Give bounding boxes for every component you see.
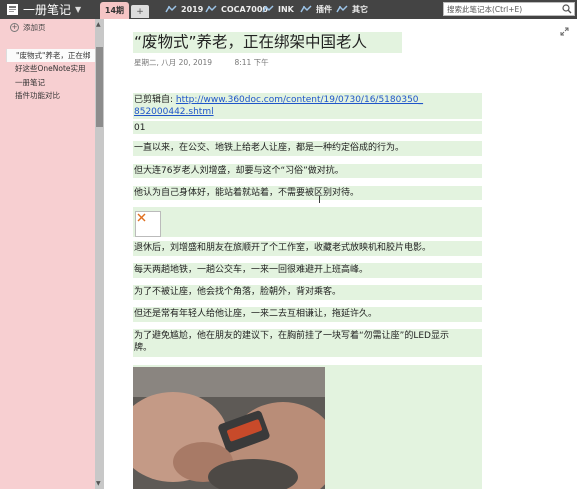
onenote-icon [7, 4, 18, 15]
section-tab-icon [262, 5, 274, 13]
paragraph[interactable]: 01 [133, 121, 482, 134]
tab-label: INK [278, 5, 294, 14]
page-canvas[interactable]: “废物式”养老，正在绑架中国老人 星期二, 八月 20, 2019 8:11 下… [104, 19, 577, 489]
section-tab-icon [205, 5, 217, 13]
paragraph-line: 牌。 [134, 343, 153, 353]
search-icon[interactable] [562, 4, 572, 14]
image-container [133, 207, 482, 237]
tab-other[interactable]: 其它 [336, 0, 368, 19]
paragraph[interactable]: 一直以来，在公交、地铁上给老人让座，都是一种约定俗成的行为。 [133, 141, 482, 156]
tab-label: 2019 [181, 5, 204, 14]
tab-label: 插件 [316, 5, 332, 14]
scroll-up-icon[interactable]: ▲ [96, 21, 101, 28]
top-bar: 一册笔记 ▼ 14期 + 2019 COCA7000 INK 插件 其它 搜索此… [0, 0, 577, 19]
page-list-scrollbar[interactable]: ▲ ▼ [95, 19, 104, 489]
page-item[interactable]: 好这些OneNote实用 [6, 62, 95, 75]
text-cursor-icon: I [318, 195, 321, 206]
clip-link[interactable]: http://www.360doc.com/content/19/0730/16… [176, 95, 423, 105]
paragraph[interactable]: 退休后，刘增盛和朋友在旅顺开了个工作室，收藏老式放映机和胶片电影。 [133, 241, 482, 256]
section-tab-icon [336, 5, 348, 13]
plus-circle-icon: + [10, 23, 19, 32]
page-meta: 星期二, 八月 20, 2019 8:11 下午 [134, 57, 269, 68]
paragraph[interactable]: 但还是常有年轻人给他让座，一来二去互相谦让，拖延许久。 [133, 307, 482, 322]
page-item[interactable]: 一册笔记 [6, 76, 95, 89]
paragraph[interactable]: 每天两趟地铁，一趟公交车，一来一回很难避开上班高峰。 [133, 263, 482, 278]
section-tab-icon [300, 5, 312, 13]
tab-label: COCA7000 [221, 5, 268, 14]
clip-link[interactable]: 852000442.shtml [134, 107, 214, 117]
paragraph-multiline[interactable]: 为了避免尴尬，他在朋友的建议下，在胸前挂了一块写着“勿需让座”的LED显示 牌。 [133, 329, 482, 357]
notebook-title: 一册笔记 [23, 3, 72, 17]
broken-image[interactable] [135, 211, 161, 237]
tab-coca7000[interactable]: COCA7000 [205, 0, 268, 19]
add-page-label: 添加页 [23, 23, 46, 32]
search-input[interactable]: 搜索此笔记本(Ctrl+E) [443, 2, 575, 16]
scrollbar-thumb[interactable] [96, 47, 103, 127]
photo-image [133, 367, 325, 489]
page-title[interactable]: “废物式”养老，正在绑架中国老人 [133, 32, 402, 53]
tab-2019[interactable]: 2019 [165, 0, 203, 19]
tab-label: 其它 [352, 5, 368, 14]
clip-source: 已剪辑自: http://www.360doc.com/content/19/0… [133, 93, 482, 119]
paragraph-line: 为了避免尴尬，他在朋友的建议下，在胸前挂了一块写着“勿需让座”的LED显示 [134, 331, 449, 341]
clip-prefix: 已剪辑自: [134, 95, 176, 105]
photo-hands-led[interactable] [133, 367, 325, 489]
page-item[interactable]: 插件功能对比 [6, 89, 95, 102]
broken-image-icon [137, 213, 146, 222]
paragraph[interactable]: 为了不被让座，他会找个角落，脸朝外，背对乘客。 [133, 285, 482, 300]
page-item-active[interactable]: "废物式"养老，正在绑 [6, 49, 95, 62]
page-time: 8:11 下午 [234, 58, 269, 67]
expand-icon[interactable] [560, 27, 569, 36]
scroll-down-icon[interactable]: ▼ [96, 480, 101, 487]
page-date: 星期二, 八月 20, 2019 [134, 58, 213, 67]
tab-14[interactable]: 14期 [100, 2, 129, 19]
search-placeholder: 搜索此笔记本(Ctrl+E) [447, 4, 523, 14]
chevron-down-icon: ▼ [75, 5, 82, 14]
add-section-button[interactable]: + [131, 5, 149, 18]
add-page-button[interactable]: + 添加页 [10, 22, 46, 33]
paragraph[interactable]: 但大连76岁老人刘增盛，却要与这个“习俗”做对抗。 [133, 164, 482, 178]
section-tab-icon [165, 5, 177, 13]
paragraph[interactable]: 他认为自己身体好，能站着就站着，不需要被区别对待。 [133, 186, 482, 200]
tab-ink[interactable]: INK [262, 0, 294, 19]
notebook-selector[interactable]: 一册笔记 ▼ [2, 0, 96, 19]
page-list: + 添加页 "废物式"养老，正在绑 好这些OneNote实用 一册笔记 插件功能… [0, 19, 95, 489]
tab-plugins[interactable]: 插件 [300, 0, 332, 19]
